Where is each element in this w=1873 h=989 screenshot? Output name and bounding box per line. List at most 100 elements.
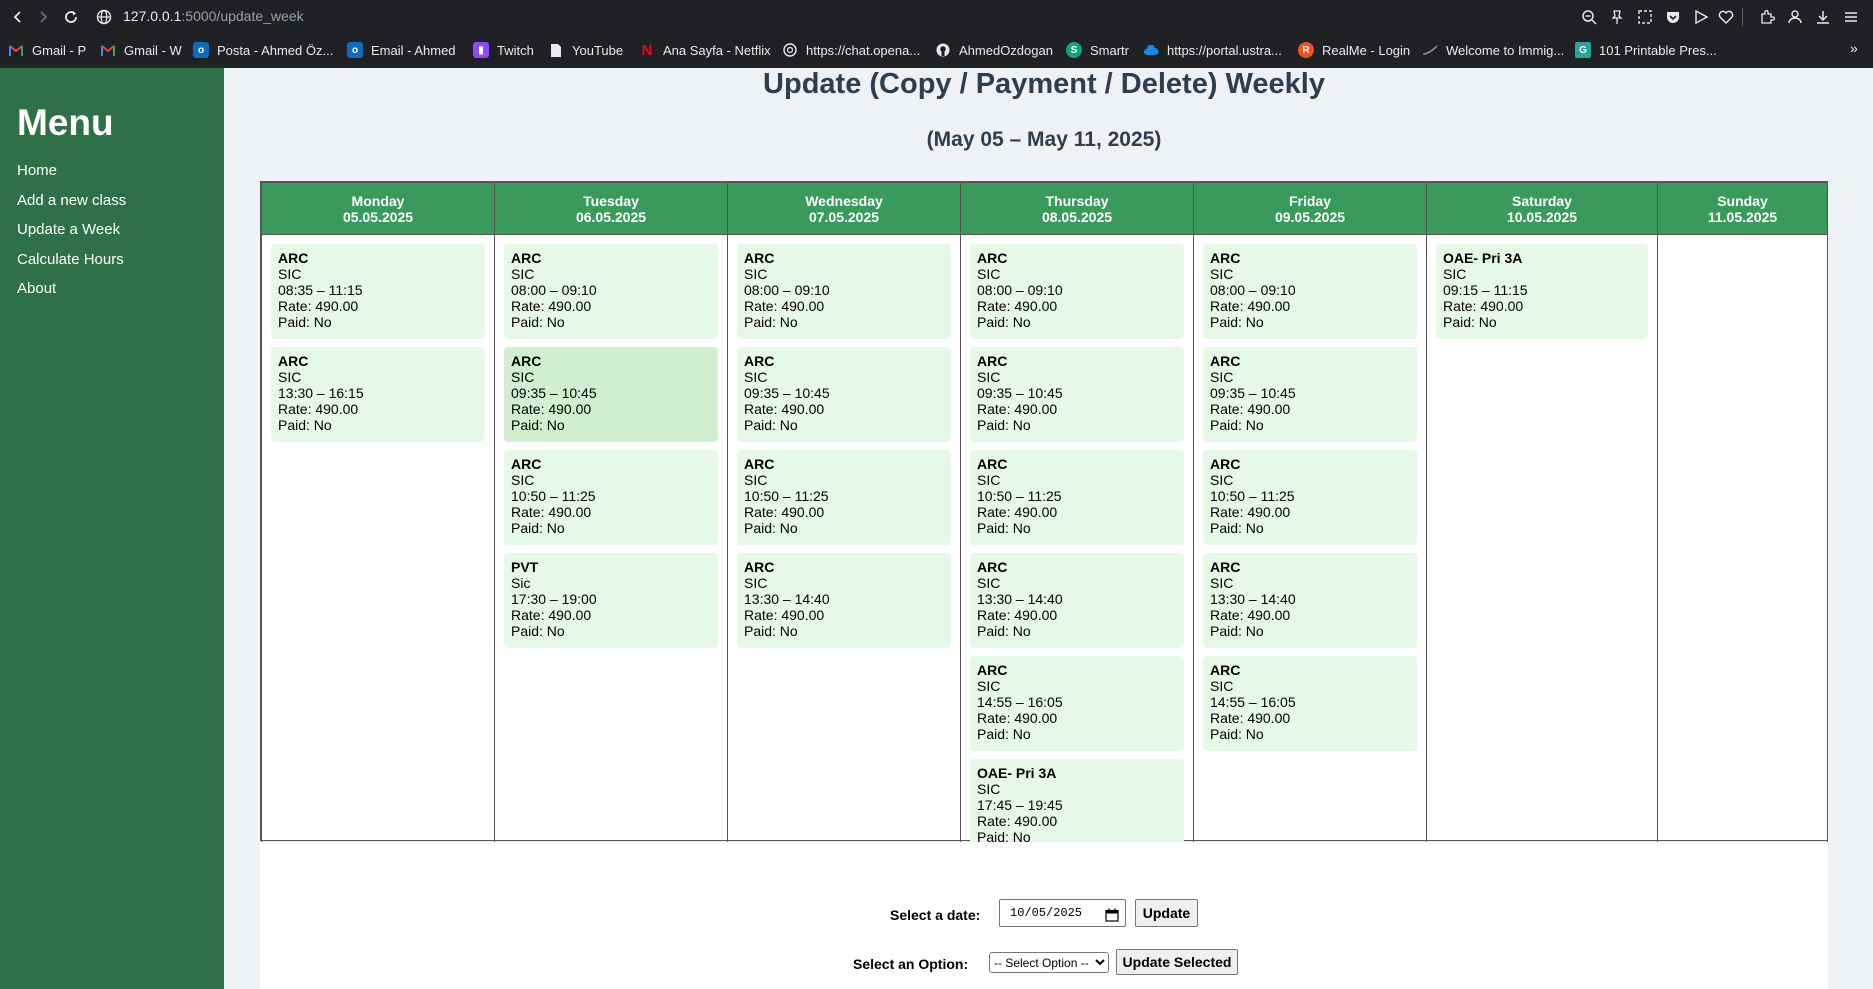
class-school: SIC — [744, 266, 768, 282]
sidebar-item-about[interactable]: About — [17, 280, 56, 297]
bookmark-smartr[interactable]: S Smartr — [1066, 38, 1129, 62]
class-time: 13:30 – 14:40 — [1210, 591, 1296, 607]
menu-icon[interactable] — [1840, 6, 1862, 28]
class-card[interactable]: ARC SIC 13:30 – 14:40 Rate: 490.00 Paid: No — [970, 553, 1184, 648]
class-paid: Paid: No — [1443, 314, 1497, 330]
class-time: 08:00 – 09:10 — [744, 282, 830, 298]
class-card[interactable]: ARC SIC 08:00 – 09:10 Rate: 490.00 Paid: No — [504, 244, 718, 339]
bookmark-github[interactable]: AhmedOzdogan — [935, 38, 1053, 62]
bookmark-chat-openai[interactable]: https://chat.opena... — [782, 38, 920, 62]
bookmark-email-ahmed[interactable]: o Email - Ahmed — [347, 38, 456, 62]
bookmark-label: Gmail - P — [32, 42, 87, 58]
option-select[interactable]: -- Select Option -- — [989, 952, 1109, 973]
cloud-icon — [1143, 42, 1159, 58]
bookmark-label: AhmedOzdogan — [959, 42, 1053, 58]
class-rate: Rate: 490.00 — [1443, 298, 1524, 314]
class-time: 09:35 – 10:45 — [1210, 385, 1296, 401]
update-button[interactable]: Update — [1135, 899, 1198, 927]
bookmark-gmail-w[interactable]: Gmail - W — [100, 38, 182, 62]
class-paid: Paid: No — [511, 417, 565, 433]
play-icon[interactable] — [1690, 6, 1712, 28]
class-card[interactable]: ARC SIC 13:30 – 16:15 Rate: 490.00 Paid: No — [271, 347, 485, 442]
class-card[interactable]: ARC SIC 14:55 – 16:05 Rate: 490.00 Paid: No — [970, 656, 1184, 751]
bookmark-posta[interactable]: o Posta - Ahmed Öz... — [193, 38, 333, 62]
class-time: 08:00 – 09:10 — [1210, 282, 1296, 298]
back-icon[interactable] — [5, 4, 31, 30]
class-paid: Paid: No — [511, 623, 565, 639]
class-card[interactable]: ARC SIC 09:35 – 10:45 Rate: 490.00 Paid: No — [737, 347, 951, 442]
chevron-double-right-icon[interactable]: » — [1850, 40, 1858, 56]
class-name: ARC — [1210, 559, 1241, 575]
class-card[interactable]: ARC SIC 10:50 – 11:25 Rate: 490.00 Paid: No — [504, 450, 718, 545]
bookmark-printable[interactable]: G 101 Printable Pres... — [1575, 38, 1717, 62]
day-name: Monday — [351, 192, 405, 209]
calendar-icon[interactable] — [1105, 906, 1119, 922]
class-rate: Rate: 490.00 — [977, 710, 1058, 726]
class-card[interactable]: ARC SIC 14:55 – 16:05 Rate: 490.00 Paid: No — [1203, 656, 1417, 751]
class-paid: Paid: No — [278, 417, 332, 433]
class-card[interactable]: ARC SIC 10:50 – 11:25 Rate: 490.00 Paid: No — [1203, 450, 1417, 545]
class-name: ARC — [511, 456, 542, 472]
bookmark-realme[interactable]: R RealMe - Login — [1298, 38, 1410, 62]
class-card[interactable]: ARC SIC 10:50 – 11:25 Rate: 490.00 Paid: No — [970, 450, 1184, 545]
sidebar-item-update-week[interactable]: Update a Week — [17, 221, 120, 238]
bookmark-immigration[interactable]: Welcome to Immig... — [1422, 38, 1564, 62]
class-time: 10:50 – 11:25 — [744, 488, 829, 504]
week-table: Monday 05.05.2025 Tuesday 06.05.2025 Wednesd… — [261, 182, 1828, 862]
class-card[interactable]: ARC SIC 08:35 – 11:15 Rate: 490.00 Paid: No — [271, 244, 485, 339]
pocket-icon[interactable] — [1662, 6, 1684, 28]
profile-icon[interactable] — [1784, 6, 1806, 28]
bookmark-netflix[interactable]: N Ana Sayfa - Netflix — [639, 38, 771, 62]
reload-icon[interactable] — [58, 4, 84, 30]
bookmark-label: Gmail - W — [124, 42, 182, 58]
day-name: Sunday — [1717, 192, 1768, 209]
class-paid: Paid: No — [977, 623, 1031, 639]
class-paid: Paid: No — [511, 314, 565, 330]
url-path: :5000/update_week — [181, 8, 304, 24]
class-card[interactable]: OAE- Pri 3A SIC 17:45 – 19:45 Rate: 490.00 P… — [970, 759, 1184, 854]
pin-icon[interactable] — [1606, 6, 1628, 28]
forward-icon[interactable] — [30, 4, 56, 30]
sidebar-item-add-class[interactable]: Add a new class — [17, 192, 126, 209]
date-form: Select a date: 10/05/2025 Update — [224, 899, 1864, 929]
date-value: 10/05/2025 — [1010, 906, 1083, 920]
class-card[interactable]: PVT Sic 17:30 – 19:00 Rate: 490.00 Paid: No — [504, 553, 718, 648]
update-selected-button[interactable]: Update Selected — [1116, 949, 1238, 975]
class-school: Sic — [511, 575, 531, 591]
bookmark-twitch[interactable]: ▮ Twitch — [473, 38, 534, 62]
class-paid: Paid: No — [1210, 623, 1264, 639]
zoom-icon[interactable] — [1578, 6, 1600, 28]
day-date: 11.05.2025 — [1707, 208, 1778, 225]
bookmark-portal-ustra[interactable]: https://portal.ustra... — [1143, 38, 1282, 62]
day-name: Tuesday — [583, 192, 639, 209]
page-scrollbar[interactable] — [1864, 68, 1873, 989]
class-card[interactable]: ARC SIC 08:00 – 09:10 Rate: 490.00 Paid: No — [1203, 244, 1417, 339]
class-school: SIC — [1210, 266, 1234, 282]
class-card[interactable]: ARC SIC 08:00 – 09:10 Rate: 490.00 Paid: No — [737, 244, 951, 339]
class-card[interactable]: OAE- Pri 3A SIC 09:15 – 11:15 Rate: 490.00 P… — [1436, 244, 1648, 339]
sidebar-item-home[interactable]: Home — [17, 162, 57, 179]
class-card[interactable]: ARC SIC 09:35 – 10:45 Rate: 490.00 Paid: No — [1203, 347, 1417, 442]
class-name: ARC — [744, 250, 775, 266]
class-card[interactable]: ARC SIC 13:30 – 14:40 Rate: 490.00 Paid: No — [737, 553, 951, 648]
download-icon[interactable] — [1812, 6, 1834, 28]
class-name: ARC — [1210, 250, 1241, 266]
heart-icon[interactable] — [1715, 6, 1737, 28]
class-card[interactable]: ARC SIC 09:35 – 10:45 Rate: 490.00 Paid: No — [970, 347, 1184, 442]
date-input[interactable]: 10/05/2025 — [999, 899, 1126, 927]
bookmark-gmail-p[interactable]: Gmail - P — [8, 38, 86, 62]
bookmark-label: https://chat.opena... — [806, 42, 921, 58]
screenshot-icon[interactable] — [1634, 6, 1656, 28]
bookmark-youtube[interactable]: YouTube — [548, 38, 623, 62]
bookmark-label: Twitch — [497, 42, 534, 58]
class-card[interactable]: ARC SIC 09:35 – 10:45 Rate: 490.00 Paid: No — [504, 347, 718, 442]
class-school: SIC — [977, 266, 1001, 282]
class-school: SIC — [1210, 678, 1234, 694]
class-card[interactable]: ARC SIC 08:00 – 09:10 Rate: 490.00 Paid: No — [970, 244, 1184, 339]
extensions-icon[interactable] — [1756, 6, 1778, 28]
address-bar[interactable]: 127.0.0.1:5000/update_week — [123, 8, 304, 24]
sidebar-item-calculate-hours[interactable]: Calculate Hours — [17, 251, 124, 268]
class-rate: Rate: 490.00 — [977, 298, 1058, 314]
class-card[interactable]: ARC SIC 13:30 – 14:40 Rate: 490.00 Paid: No — [1203, 553, 1417, 648]
class-card[interactable]: ARC SIC 10:50 – 11:25 Rate: 490.00 Paid: No — [737, 450, 951, 545]
